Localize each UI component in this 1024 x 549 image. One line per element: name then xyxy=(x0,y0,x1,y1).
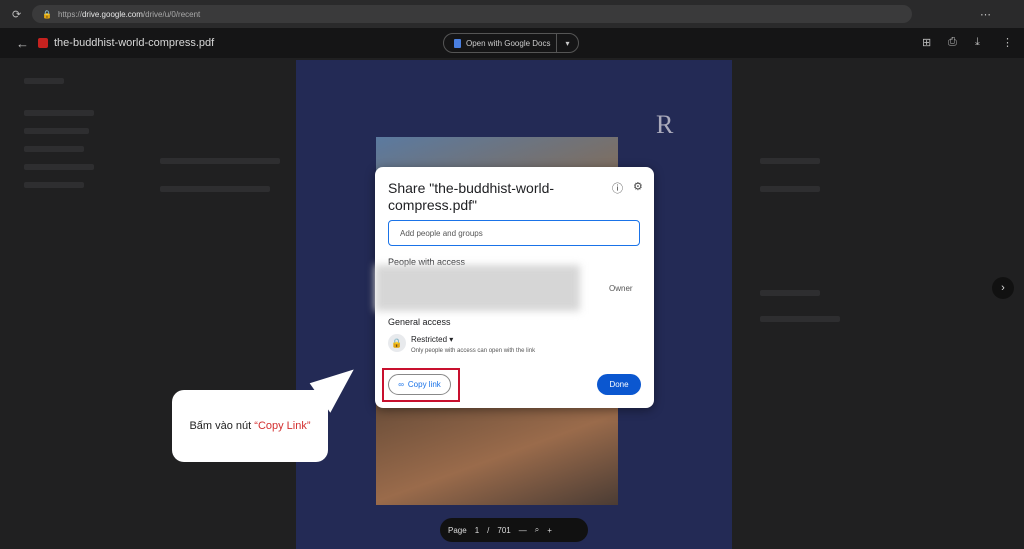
page-current-input[interactable]: 1 xyxy=(475,526,479,535)
zoom-icon: ⌕ xyxy=(534,525,540,534)
general-access-label: General access xyxy=(388,317,451,327)
redacted-user xyxy=(375,265,580,311)
page-label: Page xyxy=(448,525,467,535)
address-bar[interactable]: 🔒 https://drive.google.com/drive/u/0/rec… xyxy=(32,5,912,23)
publisher-logo: R xyxy=(656,110,674,139)
callout-bubble: Bấm vào nút “Copy Link” xyxy=(172,390,328,462)
url-domain: drive.google.com xyxy=(81,9,143,19)
help-icon[interactable]: ⓘ xyxy=(612,180,623,196)
page-separator: / xyxy=(487,525,490,535)
dialog-title: Share "the-buddhist-world-compress.pdf" xyxy=(388,180,555,213)
print-icon[interactable]: ⎙ xyxy=(948,36,957,49)
add-comment-icon[interactable]: ⊞ xyxy=(922,36,931,49)
gear-icon[interactable]: ⚙ xyxy=(633,180,643,193)
done-button[interactable]: Done xyxy=(597,374,641,395)
lock-icon: 🔒 xyxy=(42,9,52,19)
open-with-label: Open with Google Docs xyxy=(466,38,551,48)
browser-toolbar: ⟳ 🔒 https://drive.google.com/drive/u/0/r… xyxy=(0,0,1024,28)
url-path: /drive/u/0/recent xyxy=(142,9,201,19)
access-level: Restricted xyxy=(411,335,448,344)
url-prefix: https:// xyxy=(57,9,82,19)
back-arrow-icon[interactable]: ← xyxy=(16,36,29,51)
google-docs-icon xyxy=(454,38,461,48)
reload-icon[interactable]: ⟳ xyxy=(12,8,21,21)
more-vert-icon[interactable]: ⋮ xyxy=(1002,36,1013,49)
page-total: 701 xyxy=(497,525,511,535)
zoom-in-icon[interactable]: + xyxy=(547,526,552,535)
next-file-button[interactable]: › xyxy=(992,277,1014,299)
page-controls: Page 1 / 701 — ⌕ + xyxy=(440,518,588,542)
owner-role: Owner xyxy=(609,284,633,293)
file-name: the-buddhist-world-compress.pdf xyxy=(54,37,215,49)
highlight-box xyxy=(382,368,460,402)
more-icon[interactable]: ⋯ xyxy=(980,8,991,21)
access-dropdown[interactable]: Restricted ▾ xyxy=(411,335,453,344)
pdf-file-icon xyxy=(38,38,48,48)
download-icon[interactable]: ⤓ xyxy=(975,36,980,49)
callout-text: Bấm vào nút xyxy=(189,420,252,432)
chevron-down-icon[interactable]: ▾ xyxy=(556,34,578,52)
access-description: Only people with access can open with th… xyxy=(411,348,536,354)
lock-icon: 🔒 xyxy=(388,334,406,352)
open-with-button[interactable]: Open with Google Docs ▾ xyxy=(443,33,579,53)
callout-highlight: “Copy Link” xyxy=(254,420,311,432)
zoom-out-icon[interactable]: — xyxy=(519,526,527,535)
url: https://drive.google.com/drive/u/0/recen… xyxy=(58,10,200,19)
add-people-input[interactable]: Add people and groups xyxy=(388,220,640,246)
